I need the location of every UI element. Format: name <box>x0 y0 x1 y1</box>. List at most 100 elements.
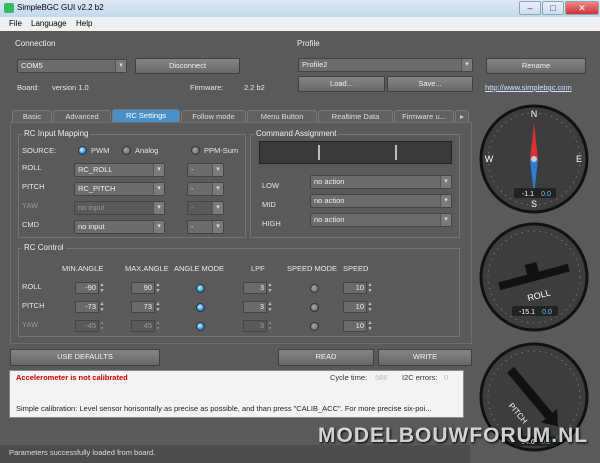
profile-select[interactable]: Profile2 ▾ <box>298 58 473 72</box>
map-roll-value: RC_ROLL <box>78 165 113 174</box>
command-assignment-title: Command Assignment <box>254 129 339 138</box>
menu-file[interactable]: File <box>9 19 22 28</box>
map-cmd-extra[interactable]: - ▾ <box>187 220 224 234</box>
save-button[interactable]: Save... <box>387 76 473 92</box>
chevron-down-icon: ▾ <box>153 183 164 195</box>
minimize-button[interactable]: – <box>519 1 541 15</box>
roll-angle-mode-radio[interactable] <box>196 284 205 293</box>
tab-basic[interactable]: Basic <box>12 110 52 122</box>
pitch-max-input[interactable]: 73 <box>131 301 155 313</box>
spinner-icon[interactable]: ▲ ▼ <box>367 320 373 332</box>
map-roll-extra[interactable]: - ▾ <box>187 163 224 177</box>
compass-gauge: N S W E -1.1 0.0 <box>479 104 589 214</box>
menu-help[interactable]: Help <box>76 19 92 28</box>
spinner-icon[interactable]: ▲ ▼ <box>367 282 373 294</box>
compass-e: E <box>576 154 582 164</box>
rc-input-title: RC Input Mapping <box>22 129 91 138</box>
indicator-low-mark <box>318 145 320 160</box>
map-yaw-select[interactable]: no input ▾ <box>74 201 165 215</box>
source-label: SOURCE: <box>22 146 57 155</box>
spinner-icon[interactable]: ▲ ▼ <box>367 301 373 313</box>
yaw-lpf-input[interactable]: 3 <box>243 320 267 332</box>
chevron-down-icon: ▾ <box>212 202 223 214</box>
compass-n: N <box>531 109 538 119</box>
spinner-icon[interactable]: ▲ ▼ <box>155 301 161 313</box>
tab-follow-mode[interactable]: Follow mode <box>181 110 246 122</box>
cmd-low-value: no action <box>314 177 345 186</box>
tab-scroll-right[interactable]: ▸ <box>455 110 469 122</box>
pitch-lpf-input[interactable]: 3 <box>243 301 267 313</box>
cmd-low-select[interactable]: no action ▾ <box>310 175 452 189</box>
roll-max-input[interactable]: 90 <box>131 282 155 294</box>
spinner-icon[interactable]: ▲ ▼ <box>155 282 161 294</box>
tab-firmware[interactable]: Firmware u... <box>394 110 454 122</box>
source-analog-radio[interactable] <box>122 146 131 155</box>
map-pitch-select[interactable]: RC_PITCH ▾ <box>74 182 165 196</box>
cmd-mid-select[interactable]: no action ▾ <box>310 194 452 208</box>
connection-label: Connection <box>15 39 56 48</box>
map-pitch-extra[interactable]: - ▾ <box>187 182 224 196</box>
disconnect-button[interactable]: Disconnect <box>135 58 240 74</box>
yaw-angle-mode-radio[interactable] <box>196 322 205 331</box>
chevron-down-icon: ▾ <box>440 214 451 226</box>
rc-control-title: RC Control <box>22 243 66 252</box>
pitch-speed-mode-radio[interactable] <box>310 303 319 312</box>
roll-value1: -15.1 <box>519 309 535 316</box>
calibration-error: Accelerometer is not calibrated <box>16 373 128 382</box>
roll-min-input[interactable]: -90 <box>75 282 99 294</box>
close-button[interactable]: ✕ <box>565 1 599 15</box>
source-ppm-radio[interactable] <box>191 146 200 155</box>
tab-menu-button[interactable]: Menu Button <box>247 110 317 122</box>
map-cmd-extra-value: - <box>191 222 194 231</box>
spinner-icon[interactable]: ▲ ▼ <box>267 301 273 313</box>
tab-advanced[interactable]: Advanced <box>53 110 111 122</box>
compass-value2: 0.0 <box>541 191 551 198</box>
source-pwm-label: PWM <box>91 146 110 155</box>
rename-button[interactable]: Rename <box>486 58 586 74</box>
cmd-low-label: LOW <box>262 181 280 190</box>
website-link[interactable]: http://www.simplebgc.com <box>485 83 572 92</box>
chevron-down-icon: ▾ <box>153 164 164 176</box>
yaw-speed-mode-radio[interactable] <box>310 322 319 331</box>
cmd-mid-label: MID <box>262 200 276 209</box>
load-button[interactable]: Load... <box>298 76 385 92</box>
firmware-label: Firmware: <box>190 83 224 92</box>
spinner-icon[interactable]: ▲ ▼ <box>99 282 105 294</box>
col-lpf: LPF <box>251 264 265 273</box>
profile-label: Profile <box>297 39 320 48</box>
maximize-button[interactable]: □ <box>542 1 564 15</box>
source-pwm-radio[interactable] <box>78 146 87 155</box>
spinner-icon[interactable]: ▲ ▼ <box>99 301 105 313</box>
map-cmd-select[interactable]: no input ▾ <box>74 220 165 234</box>
roll-speed-input[interactable]: 10 <box>343 282 367 294</box>
pitch-speed-input[interactable]: 10 <box>343 301 367 313</box>
read-button[interactable]: READ <box>278 349 374 366</box>
map-yaw-extra[interactable]: - ▾ <box>187 201 224 215</box>
watermark-text: MODELBOUWFORUM.NL <box>318 424 589 447</box>
use-defaults-button[interactable]: USE DEFAULTS <box>10 349 160 366</box>
write-button[interactable]: WRITE <box>378 349 472 366</box>
i2c-errors-label: I2C errors: <box>402 373 438 382</box>
pitch-angle-mode-radio[interactable] <box>196 303 205 312</box>
port-select[interactable]: COM5 ▾ <box>17 59 127 73</box>
yaw-min-input[interactable]: -45 <box>75 320 99 332</box>
roll-speed-mode-radio[interactable] <box>310 284 319 293</box>
cmd-high-select[interactable]: no action ▾ <box>310 213 452 227</box>
chevron-down-icon: ▾ <box>115 60 126 72</box>
spinner-icon[interactable]: ▲ ▼ <box>267 320 273 332</box>
roll-lpf-input[interactable]: 3 <box>243 282 267 294</box>
map-cmd-value: no input <box>78 222 105 231</box>
spinner-icon[interactable]: ▲ ▼ <box>99 320 105 332</box>
spinner-icon[interactable]: ▲ ▼ <box>155 320 161 332</box>
map-yaw-value: no input <box>78 203 105 212</box>
menu-language[interactable]: Language <box>31 19 67 28</box>
tab-rc-settings[interactable]: RC Settings <box>112 109 180 122</box>
map-roll-select[interactable]: RC_ROLL ▾ <box>74 163 165 177</box>
yaw-speed-input[interactable]: 10 <box>343 320 367 332</box>
spinner-icon[interactable]: ▲ ▼ <box>267 282 273 294</box>
yaw-max-input[interactable]: 45 <box>131 320 155 332</box>
col-max-angle: MAX.ANGLE <box>125 264 169 273</box>
pitch-min-input[interactable]: -73 <box>75 301 99 313</box>
cycle-time-value: 586 <box>375 373 388 382</box>
tab-realtime-data[interactable]: Realtime Data <box>318 110 393 122</box>
